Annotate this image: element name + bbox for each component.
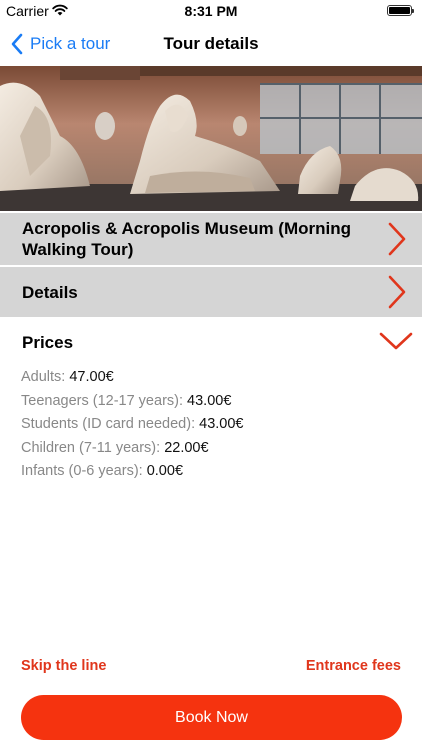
tour-details-screen: Carrier 8:31 PM Pick a tour Tour details xyxy=(0,0,422,750)
price-label: Infants (0-6 years): xyxy=(21,463,147,479)
tour-title-row[interactable]: Acropolis & Acropolis Museum (Morning Wa… xyxy=(0,213,422,265)
navigation-bar: Pick a tour Tour details xyxy=(0,22,422,66)
prices-section-header[interactable]: Prices xyxy=(0,318,422,366)
prices-title: Prices xyxy=(22,333,74,352)
price-value: 43.00€ xyxy=(187,392,232,409)
price-value: 22.00€ xyxy=(164,439,209,456)
page-title: Tour details xyxy=(163,34,259,53)
chevron-right-icon xyxy=(388,222,406,256)
skip-the-line-link[interactable]: Skip the line xyxy=(21,658,106,674)
entrance-fees-link[interactable]: Entrance fees xyxy=(306,658,401,674)
price-item-adults: Adults: 47.00€ xyxy=(21,366,401,390)
details-label: Details xyxy=(22,282,78,302)
price-value: 47.00€ xyxy=(69,369,114,385)
status-time: 8:31 PM xyxy=(184,3,238,19)
price-item-infants: Infants (0-6 years): 0.00€ xyxy=(21,460,401,484)
price-item-children: Children (7-11 years): 22.00€ xyxy=(21,437,401,461)
chevron-right-icon xyxy=(388,275,406,309)
chevron-down-icon xyxy=(379,332,413,350)
price-label: Children (7-11 years): xyxy=(21,439,165,456)
price-value: 43.00€ xyxy=(199,416,244,432)
battery-icon xyxy=(387,5,414,16)
price-list: Adults: 47.00€ Teenagers (12-17 years): … xyxy=(21,366,401,484)
price-value: 0.00€ xyxy=(146,463,184,479)
details-row[interactable]: Details xyxy=(0,267,422,317)
price-label: Adults: xyxy=(21,369,70,385)
tour-hero-image xyxy=(0,66,422,211)
tour-title: Acropolis & Acropolis Museum (Morning Wa… xyxy=(22,219,351,259)
price-label: Students (ID card needed): xyxy=(21,416,200,432)
book-now-button[interactable]: Book Now xyxy=(21,695,402,740)
status-bar: Carrier 8:31 PM xyxy=(0,0,422,22)
price-item-teenagers: Teenagers (12-17 years): 43.00€ xyxy=(21,390,401,414)
price-label: Teenagers (12-17 years): xyxy=(21,392,188,409)
price-item-students: Students (ID card needed): 43.00€ xyxy=(21,413,401,437)
